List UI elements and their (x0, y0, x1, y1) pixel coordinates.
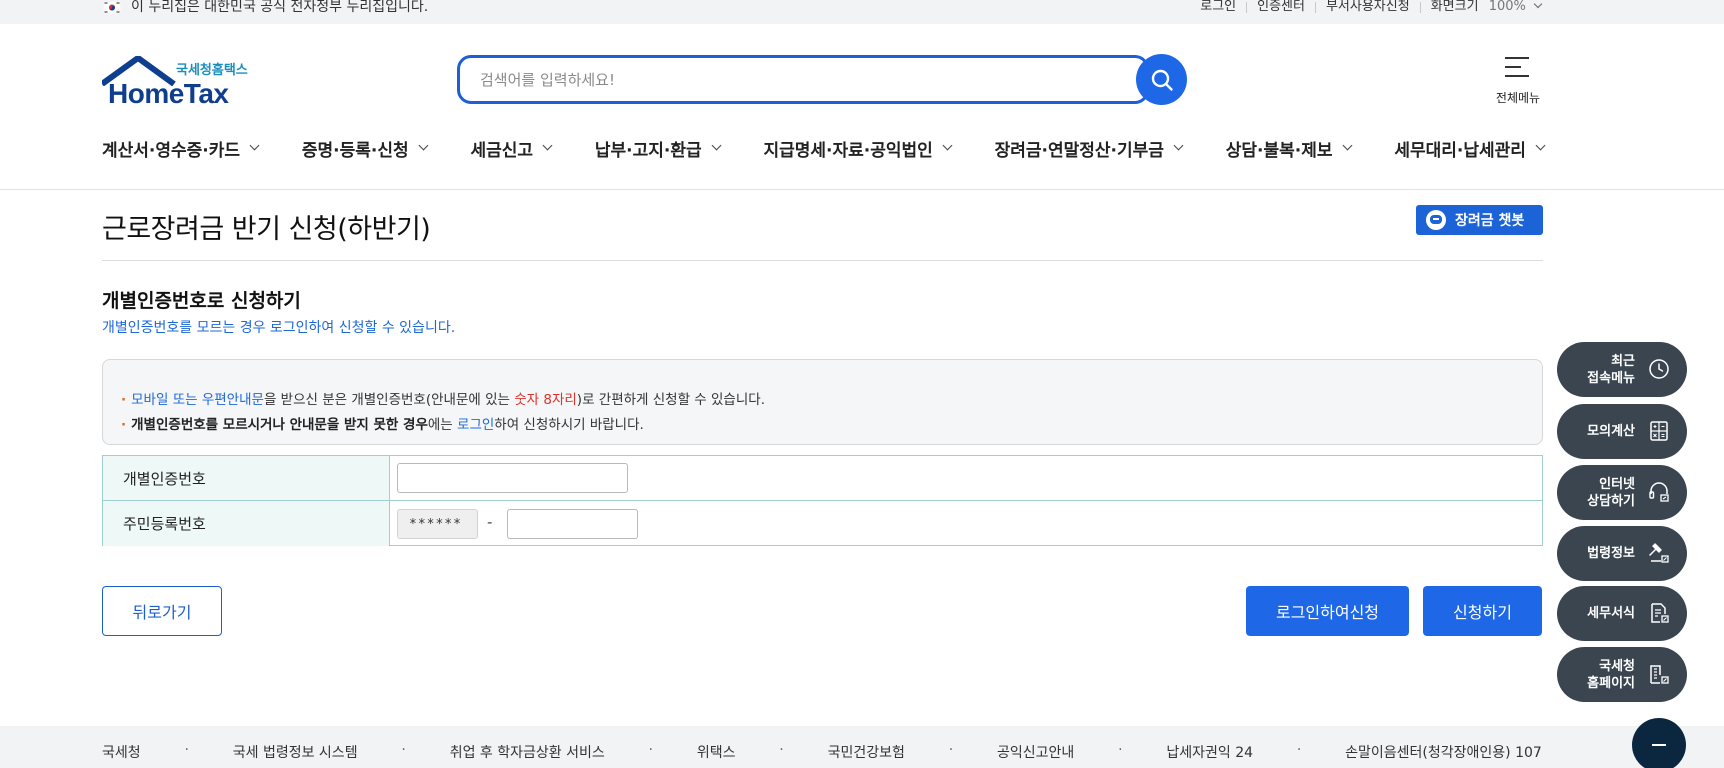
utility-links: 로그인 인증센터 부서사용자신청 화면크기 100% (1200, 0, 1543, 14)
application-form: 개별인증번호 주민등록번호 ****** - (102, 455, 1543, 546)
section-description: 개별인증번호를 모르는 경우 로그인하여 신청할 수 있습니다. (102, 320, 456, 336)
divider (1246, 1, 1248, 13)
quick-nts-homepage[interactable]: 국세청 홈페이지 (1557, 647, 1687, 702)
chevron-down-icon (942, 140, 953, 150)
zoom-value: 100% (1488, 0, 1526, 14)
chevron-down-icon (1173, 140, 1184, 150)
separator-dot: · (648, 742, 653, 758)
divider (0, 189, 1724, 190)
footer-link[interactable]: 취업 후 학자금상환 서비스 (450, 742, 605, 762)
gnb-payment[interactable]: 납부·고지·환급 (595, 136, 722, 161)
rrn-back-input[interactable] (507, 509, 638, 539)
minus-icon (1652, 744, 1666, 746)
logo-brand: HomeTax (108, 78, 229, 109)
notice-box: · 모바일 또는 우편안내문을 받으신 분은 개별인증번호(안내문에 있는 숫자 … (102, 359, 1543, 445)
form-row-auth: 개별인증번호 (103, 456, 1542, 501)
chevron-down-icon (711, 140, 722, 150)
chevron-down-icon (1533, 0, 1543, 9)
document-icon (1651, 603, 1669, 623)
dept-user-link[interactable]: 부서사용자신청 (1326, 0, 1410, 14)
footer-link[interactable]: 국세 법령정보 시스템 (233, 742, 358, 762)
rrn-dash: - (487, 513, 493, 531)
notice-line-1: · 모바일 또는 우편안내문을 받으신 분은 개별인증번호(안내문에 있는 숫자 … (121, 392, 765, 408)
gnb-consulting[interactable]: 상담·불복·제보 (1226, 136, 1352, 161)
quick-calculator[interactable]: 모의계산 (1557, 404, 1687, 459)
gnb-invoice[interactable]: 계산서·영수증·카드 (102, 136, 260, 161)
chevron-down-icon (542, 140, 553, 150)
divider (1419, 1, 1421, 13)
robot-icon (1426, 210, 1446, 230)
separator-dot: · (1118, 742, 1123, 758)
separator-dot: · (184, 742, 189, 758)
rrn-front-masked: ****** (397, 509, 478, 539)
hamburger-icon (1505, 57, 1529, 77)
clock-icon (1649, 359, 1669, 379)
gnb-certificate[interactable]: 증명·등록·신청 (302, 136, 429, 161)
calculator-icon (1650, 421, 1668, 441)
quick-online-consult[interactable]: 인터넷 상담하기 (1557, 465, 1687, 520)
all-menu-button[interactable]: 전체메뉴 (1492, 55, 1542, 107)
footer-link[interactable]: 공익신고안내 (997, 742, 1074, 762)
search-icon (1151, 69, 1173, 91)
chatbot-button[interactable]: 장려금 챗봇 (1416, 205, 1543, 235)
zoom-label: 화면크기 (1430, 0, 1479, 14)
divider (1314, 1, 1316, 13)
gov-banner-text: 이 누리집은 대한민국 공식 전자정부 누리집입니다. (131, 0, 429, 15)
chatbot-label: 장려금 챗봇 (1455, 213, 1525, 229)
search-button[interactable] (1136, 54, 1187, 105)
auth-number-input[interactable] (397, 463, 628, 493)
notice-line-2: · 개별인증번호를 모르시거나 안내문을 받지 못한 경우에는 로그인하여 신청하… (121, 417, 644, 433)
gnb-tax-return[interactable]: 세금신고 (470, 136, 553, 161)
divider (102, 260, 1543, 261)
chevron-down-icon (1342, 140, 1352, 150)
zoom-control[interactable]: 화면크기 100% (1430, 0, 1543, 14)
bullet-icon: · (121, 417, 127, 433)
login-apply-button[interactable]: 로그인하여신청 (1246, 586, 1409, 636)
gov-banner: 이 누리집은 대한민국 공식 전자정부 누리집입니다. 로그인 인증센터 부서사… (0, 0, 1724, 24)
all-menu-label: 전체메뉴 (1495, 91, 1541, 105)
back-button[interactable]: 뒤로가기 (102, 586, 222, 636)
footer-link[interactable]: 국세청 (102, 742, 141, 762)
logo-subtitle: 국세청홈택스 (176, 63, 248, 78)
quick-tax-forms[interactable]: 세무서식 (1557, 586, 1687, 641)
footer-link[interactable]: 국민건강보험 (828, 742, 905, 762)
section-title: 개별인증번호로 신청하기 (102, 290, 301, 312)
hometax-logo[interactable]: 국세청홈택스 HomeTax (102, 56, 252, 109)
footer-link[interactable]: 위택스 (697, 742, 736, 762)
gnb-agent[interactable]: 세무대리·납세관리 (1394, 136, 1546, 161)
login-link[interactable]: 로그인 (1200, 0, 1236, 14)
footer-link[interactable]: 납세자권익 24 (1166, 742, 1253, 762)
main-navigation: 계산서·영수증·카드 증명·등록·신청 세금신고 납부·고지·환급 지급명세·자… (102, 136, 1546, 161)
building-icon (1650, 665, 1669, 684)
auth-number-label: 개별인증번호 (103, 456, 390, 500)
headset-icon (1649, 482, 1669, 502)
separator-dot: · (401, 742, 406, 758)
page-title: 근로장려금 반기 신청(하반기) (102, 214, 431, 245)
apply-button[interactable]: 신청하기 (1423, 586, 1542, 636)
footer-links: 국세청 · 국세 법령정보 시스템 · 취업 후 학자금상환 서비스 · 위택스… (102, 742, 1542, 762)
separator-dot: · (1296, 742, 1302, 758)
quick-law-info[interactable]: 법령정보 (1557, 526, 1687, 581)
separator-dot: · (948, 742, 954, 758)
chevron-down-icon (418, 140, 429, 150)
cert-center-link[interactable]: 인증센터 (1257, 0, 1305, 14)
quick-recent-menu[interactable]: 최근 접속메뉴 (1557, 342, 1687, 397)
footer-link[interactable]: 손말이음센터(청각장애인용) 107 (1345, 742, 1542, 762)
gnb-statements[interactable]: 지급명세·자료·공익법인 (763, 136, 953, 161)
login-inline-link[interactable]: 로그인 (457, 417, 494, 433)
chevron-down-icon (249, 140, 260, 150)
chevron-down-icon (1535, 140, 1546, 150)
collapse-quick-menu-button[interactable] (1632, 718, 1686, 768)
form-row-rrn: 주민등록번호 ****** - (103, 501, 1542, 546)
search-input[interactable] (480, 69, 1080, 91)
footer-links-bar: 국세청 · 국세 법령정보 시스템 · 취업 후 학자금상환 서비스 · 위택스… (0, 726, 1724, 768)
bullet-icon: · (121, 392, 127, 408)
rrn-label: 주민등록번호 (103, 501, 390, 546)
search-box (457, 55, 1149, 104)
gnb-incentive[interactable]: 장려금·연말정산·기부금 (995, 136, 1184, 161)
gavel-icon (1649, 543, 1669, 563)
separator-dot: · (779, 742, 784, 758)
korea-flag-icon (103, 1, 121, 14)
